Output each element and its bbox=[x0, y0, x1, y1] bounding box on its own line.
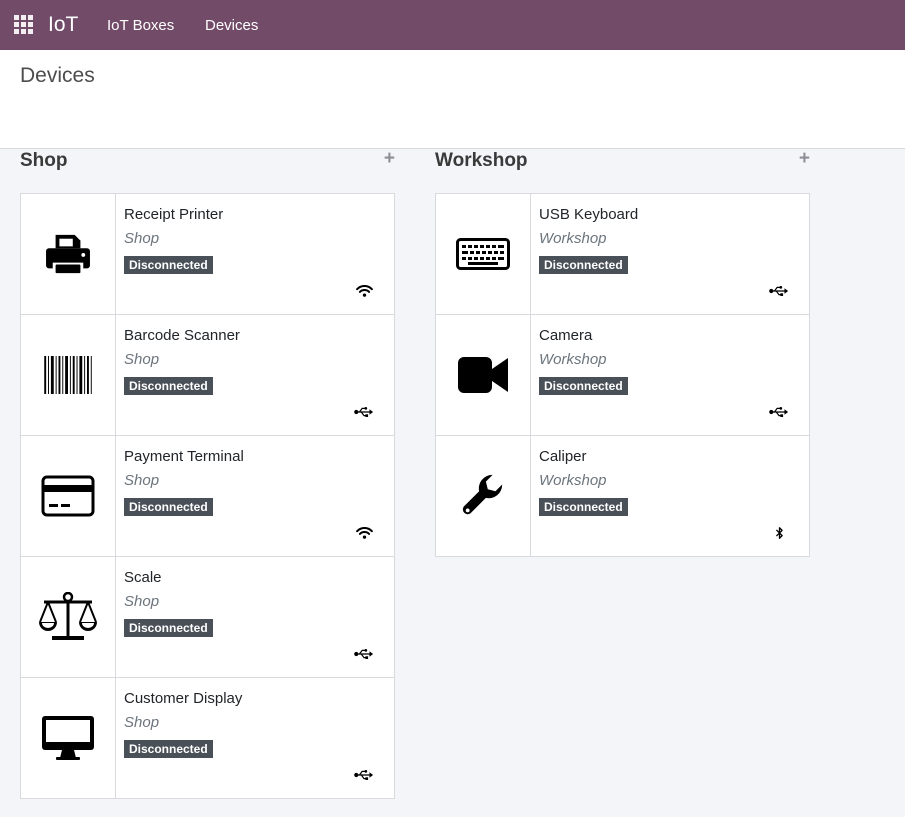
device-name: Barcode Scanner bbox=[124, 327, 240, 344]
device-name: USB Keyboard bbox=[539, 206, 639, 223]
apps-menu-icon[interactable] bbox=[14, 15, 33, 34]
credit-card-icon bbox=[21, 436, 116, 556]
page-title: Devices bbox=[20, 64, 95, 87]
nav-iot-boxes[interactable]: IoT Boxes bbox=[107, 17, 174, 34]
usb-icon bbox=[354, 647, 374, 661]
status-badge: Disconnected bbox=[124, 619, 213, 637]
device-location: Shop bbox=[124, 472, 160, 489]
device-name: Receipt Printer bbox=[124, 206, 224, 223]
plus-icon[interactable]: + bbox=[384, 149, 395, 168]
device-location: Shop bbox=[124, 230, 160, 247]
device-card-payment-terminal[interactable]: Payment Terminal Shop Disconnected bbox=[20, 435, 395, 557]
device-location: Workshop bbox=[539, 230, 607, 247]
device-card-body: USB Keyboard Workshop Disconnected bbox=[531, 194, 809, 314]
device-card-caliper[interactable]: Caliper Workshop Disconnected bbox=[435, 435, 810, 557]
wifi-icon bbox=[354, 284, 374, 298]
status-badge: Disconnected bbox=[124, 740, 213, 758]
device-location: Shop bbox=[124, 714, 160, 731]
status-badge: Disconnected bbox=[124, 377, 213, 395]
status-badge: Disconnected bbox=[124, 498, 213, 516]
device-card-scale[interactable]: Scale Shop Disconnected bbox=[20, 556, 395, 678]
device-location: Shop bbox=[124, 351, 160, 368]
usb-icon bbox=[769, 284, 789, 298]
printer-icon bbox=[21, 194, 116, 314]
plus-icon[interactable]: + bbox=[799, 149, 810, 168]
device-name: Customer Display bbox=[124, 690, 243, 707]
usb-icon bbox=[354, 768, 374, 782]
group-title: Workshop bbox=[435, 150, 528, 171]
device-name: Scale bbox=[124, 569, 162, 586]
bluetooth-icon bbox=[769, 526, 789, 540]
device-card-receipt-printer[interactable]: Receipt Printer Shop Disconnected bbox=[20, 193, 395, 315]
control-panel: Devices bbox=[0, 50, 905, 149]
status-badge: Disconnected bbox=[539, 498, 628, 516]
group-column-workshop: Workshop + USB Keyboard Workshop Disconn… bbox=[435, 149, 810, 557]
group-header: Workshop + bbox=[435, 149, 810, 194]
usb-icon bbox=[354, 405, 374, 419]
device-name: Caliper bbox=[539, 448, 587, 465]
device-location: Workshop bbox=[539, 472, 607, 489]
device-card-usb-keyboard[interactable]: USB Keyboard Workshop Disconnected bbox=[435, 193, 810, 315]
device-card-camera[interactable]: Camera Workshop Disconnected bbox=[435, 314, 810, 436]
device-card-body: Camera Workshop Disconnected bbox=[531, 315, 809, 435]
status-badge: Disconnected bbox=[539, 377, 628, 395]
keyboard-icon bbox=[436, 194, 531, 314]
device-card-body: Receipt Printer Shop Disconnected bbox=[116, 194, 394, 314]
status-badge: Disconnected bbox=[539, 256, 628, 274]
top-navbar: IoT IoT Boxes Devices bbox=[0, 0, 905, 50]
barcode-icon bbox=[21, 315, 116, 435]
device-card-body: Caliper Workshop Disconnected bbox=[531, 436, 809, 556]
device-card-barcode-scanner[interactable]: Barcode Scanner Shop Disconnected bbox=[20, 314, 395, 436]
group-column-shop: Shop + Receipt Printer Shop Disconnected… bbox=[20, 149, 395, 799]
balance-scale-icon bbox=[21, 557, 116, 677]
app-brand[interactable]: IoT bbox=[48, 13, 78, 37]
nav-devices[interactable]: Devices bbox=[205, 17, 258, 34]
device-name: Camera bbox=[539, 327, 593, 344]
device-card-body: Customer Display Shop Disconnected bbox=[116, 678, 394, 798]
group-header: Shop + bbox=[20, 149, 395, 194]
usb-icon bbox=[769, 405, 789, 419]
device-location: Shop bbox=[124, 593, 160, 610]
device-card-customer-display[interactable]: Customer Display Shop Disconnected bbox=[20, 677, 395, 799]
status-badge: Disconnected bbox=[124, 256, 213, 274]
device-name: Payment Terminal bbox=[124, 448, 244, 465]
device-card-body: Payment Terminal Shop Disconnected bbox=[116, 436, 394, 556]
video-camera-icon bbox=[436, 315, 531, 435]
wrench-icon bbox=[436, 436, 531, 556]
group-title: Shop bbox=[20, 150, 68, 171]
wifi-icon bbox=[354, 526, 374, 540]
device-location: Workshop bbox=[539, 351, 607, 368]
desktop-icon bbox=[21, 678, 116, 798]
device-card-body: Scale Shop Disconnected bbox=[116, 557, 394, 677]
device-card-body: Barcode Scanner Shop Disconnected bbox=[116, 315, 394, 435]
